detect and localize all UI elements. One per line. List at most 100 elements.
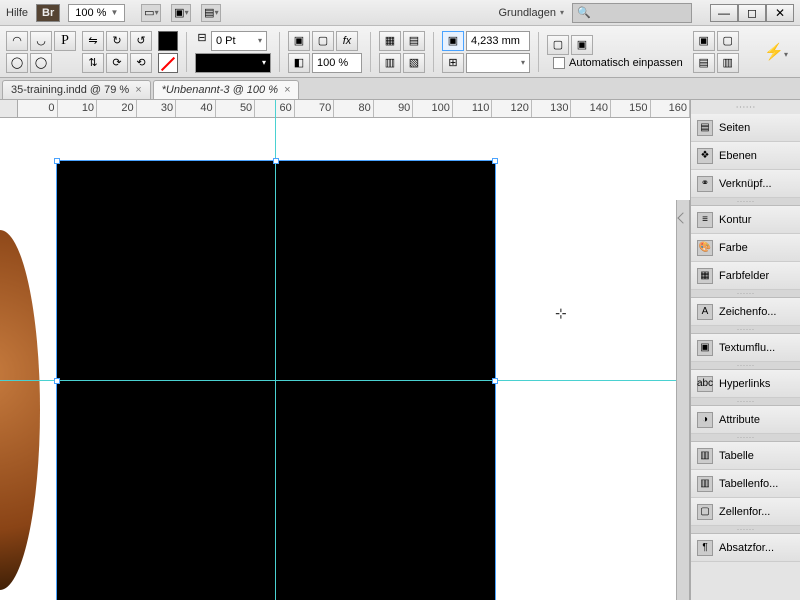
stroke-weight-icon: ⊟ (195, 31, 209, 51)
maximize-button[interactable]: ◻ (738, 4, 766, 22)
arc-tool-icon[interactable]: ◠ (6, 31, 28, 51)
select-container-icon[interactable]: ▣ (693, 31, 715, 51)
panel-item-zeichenfo[interactable]: AZeichenfo... (691, 298, 800, 326)
flip-v-icon[interactable]: ⇅ (82, 53, 104, 73)
close-tab-icon[interactable]: × (284, 84, 290, 96)
panel-item-attribute[interactable]: ◑Attribute (691, 406, 800, 434)
panel-icon: ❖ (697, 148, 713, 164)
panel-icon: ◑ (697, 412, 713, 428)
effects-controls: ▣ ▢ fx ◧ 100 % (288, 31, 362, 73)
fill-stroke (158, 31, 178, 73)
quick-apply-icon[interactable]: ⚡▾ (764, 42, 788, 62)
panel-label: Zeichenfo... (719, 306, 776, 318)
panel-icon: ▢ (697, 504, 713, 520)
panel-item-farbfelder[interactable]: ▦Farbfelder (691, 262, 800, 290)
fit-frame-icon[interactable]: ▣ (442, 31, 464, 51)
document-canvas[interactable]: 0102030405060708090100110120130140150160… (0, 100, 690, 600)
close-tab-icon[interactable]: × (135, 84, 141, 96)
rotate-cw2-icon[interactable]: ⟳ (106, 53, 128, 73)
horizontal-ruler[interactable]: 0102030405060708090100110120130140150160 (0, 100, 690, 118)
select-prev-icon[interactable]: ▤ (693, 53, 715, 73)
panel-label: Textumflu... (719, 342, 775, 354)
help-menu[interactable]: Hilfe (6, 7, 28, 19)
fx-icon[interactable]: fx (336, 31, 358, 51)
rotate-ccw-icon[interactable]: ↺ (130, 31, 152, 51)
close-button[interactable]: ✕ (766, 4, 794, 22)
panel-item-verknpf[interactable]: ⚭Verknüpf... (691, 170, 800, 198)
panel-item-absatzfor[interactable]: ¶Absatzfor... (691, 534, 800, 562)
panel-item-tabellenfo[interactable]: ▥ Tabellenfo... (691, 470, 800, 498)
panel-collapse-handle[interactable] (676, 200, 690, 600)
ellipse-tool-icon[interactable]: ◯ (6, 53, 28, 73)
shape-tools: ◠ ◡ P ◯ ◯ (6, 31, 76, 73)
view-options-icon[interactable]: ▭▾ (141, 4, 161, 22)
window-controls: — ◻ ✕ (710, 4, 794, 22)
stroke-swatch[interactable] (158, 53, 178, 73)
panel-item-kontur[interactable]: ≡Kontur (691, 206, 800, 234)
type-tool-icon[interactable]: P (54, 31, 76, 51)
panel-icon: ≡ (697, 212, 713, 228)
ruler-origin[interactable] (0, 100, 18, 118)
workspace-switcher[interactable]: Grundlagen▾ (498, 7, 564, 19)
fitting-options: ▢ ▣ Automatisch einpassen (547, 35, 683, 69)
zoom-dropdown[interactable]: 100 %▼ (68, 4, 125, 22)
flip-h-icon[interactable]: ⇋ (82, 31, 104, 51)
panel-label: Zellenfor... (719, 506, 770, 518)
panel-label: Absatzfor... (719, 542, 774, 554)
document-tab[interactable]: 35-training.indd @ 79 % × (2, 80, 151, 99)
blend-mode-icon[interactable]: ◧ (288, 53, 310, 73)
stroke-weight-field[interactable]: 0 Pt▾ (211, 31, 267, 51)
panel-group-divider: ⋯⋯ (691, 290, 800, 298)
document-tab[interactable]: *Unbenannt-3 @ 100 %× (153, 80, 300, 99)
arc-tool2-icon[interactable]: ◡ (30, 31, 52, 51)
vertical-guide[interactable] (275, 100, 276, 600)
center-content-icon[interactable]: ▣ (571, 35, 593, 55)
panel-item-hyperlinks[interactable]: abcHyperlinks (691, 370, 800, 398)
panel-label: Tabellenfo... (719, 478, 778, 490)
tab-label: 35-training.indd @ 79 % (11, 84, 129, 96)
screen-mode-icon[interactable]: ▣▾ (171, 4, 191, 22)
panel-item-ebenen[interactable]: ❖ Ebenen (691, 142, 800, 170)
wrap-around-icon[interactable]: ▤ (403, 31, 425, 51)
fill-swatch[interactable] (158, 31, 178, 51)
opacity-field[interactable]: 100 % (312, 53, 362, 73)
panel-group-divider: ⋯⋯ (691, 326, 800, 334)
panel-label: Hyperlinks (719, 378, 770, 390)
bridge-button[interactable]: Br (36, 4, 60, 22)
transform-tools: ⇋ ↻ ↺ ⇅ ⟳ ⟲ (82, 31, 152, 73)
rotate-cw-icon[interactable]: ↻ (106, 31, 128, 51)
autofit-checkbox[interactable]: Automatisch einpassen (553, 57, 683, 69)
panel-item-tabelle[interactable]: ▥Tabelle (691, 442, 800, 470)
panel-item-seiten[interactable]: ▤Seiten (691, 114, 800, 142)
stroke-style-field[interactable]: ▾ (195, 53, 271, 73)
panel-icon: ▤ (697, 120, 713, 136)
background-object (0, 230, 40, 590)
frame-size-field[interactable]: 4,233 mm (466, 31, 530, 51)
panel-item-textumflu[interactable]: ▣Textumflu... (691, 334, 800, 362)
wrap-shape-icon[interactable]: ▥ (379, 53, 401, 73)
minimize-button[interactable]: — (710, 4, 738, 22)
wrap-none-icon[interactable]: ▦ (379, 31, 401, 51)
top-icons: ▭▾ ▣▾ ▤▾ (141, 4, 221, 22)
panel-label: Ebenen (719, 150, 757, 162)
select-next-icon[interactable]: ▥ (717, 53, 739, 73)
drop-shadow-icon[interactable]: ▢ (312, 31, 334, 51)
search-input[interactable]: 🔍 (572, 3, 692, 23)
panel-icon: ▥ (697, 476, 713, 492)
select-content-icon[interactable]: ▢ (717, 31, 739, 51)
panel-item-zellenfor[interactable]: ▢ Zellenfor... (691, 498, 800, 526)
fit-content-icon[interactable]: ⊞ (442, 53, 464, 73)
panel-item-farbe[interactable]: 🎨Farbe (691, 234, 800, 262)
ellipse-tool2-icon[interactable]: ◯ (30, 53, 52, 73)
opacity-icon[interactable]: ▣ (288, 31, 310, 51)
wrap-jump-icon[interactable]: ▧ (403, 53, 425, 73)
zoom-value: 100 % (75, 7, 106, 19)
rotate-ccw2-icon[interactable]: ⟲ (130, 53, 152, 73)
horizontal-guide[interactable] (0, 380, 690, 381)
frame-offset-field[interactable]: ▾ (466, 53, 530, 73)
fill-frame-icon[interactable]: ▢ (547, 35, 569, 55)
panel-icon: ▦ (697, 268, 713, 284)
panel-grip[interactable]: ⋯⋯ (691, 100, 800, 114)
arrange-documents-icon[interactable]: ▤▾ (201, 4, 221, 22)
panel-group-divider: ⋯⋯ (691, 198, 800, 206)
